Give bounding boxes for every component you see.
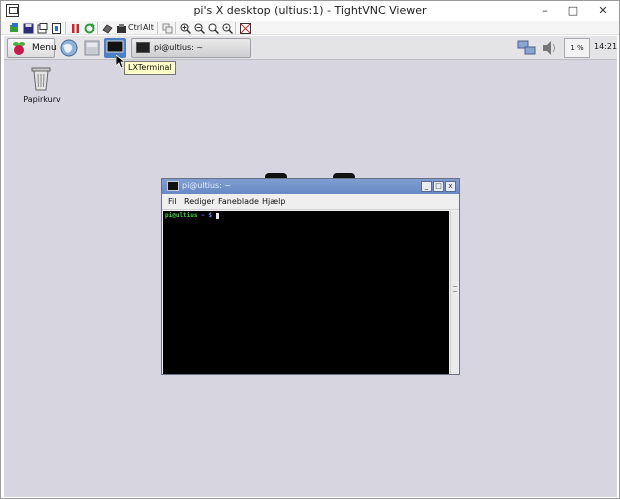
terminal-mini-icon [136, 42, 150, 53]
ctrl-key-toggle[interactable]: Ctrl [128, 22, 142, 34]
menu-label: Menu [32, 43, 57, 53]
info-icon[interactable] [50, 22, 62, 34]
terminal-icon [167, 181, 179, 191]
menu-hjaelp[interactable]: Hjælp [262, 197, 285, 206]
keyboard-icon[interactable] [101, 22, 113, 34]
zoom-100-icon[interactable] [207, 22, 219, 34]
taskbar-item-label: pi@ultius: ~ [154, 43, 204, 52]
remote-desktop[interactable]: Menu pi@ultius: ~ 1 % 14:21 LXTerminal P… [4, 36, 617, 497]
title-bar[interactable]: pi's X desktop (ultius:1) - TightVNC Vie… [1, 1, 619, 21]
tooltip: LXTerminal [124, 61, 176, 75]
network-icon[interactable] [516, 38, 538, 58]
volume-icon[interactable] [540, 38, 560, 58]
shell-prompt: pi@ultius ~ $ [165, 212, 219, 219]
trash-icon[interactable] [30, 65, 52, 91]
terminal-minimize-button[interactable]: _ [421, 181, 432, 192]
cpu-monitor[interactable]: 1 % [564, 38, 590, 58]
terminal-menubar: Fil Rediger Faneblade Hjælp [162, 194, 459, 210]
maximize-button[interactable]: □ [559, 1, 587, 21]
transfer-icon[interactable] [161, 22, 173, 34]
refresh-icon[interactable] [83, 22, 95, 34]
new-connection-icon[interactable] [8, 22, 20, 34]
window-title: pi's X desktop (ultius:1) - TightVNC Vie… [193, 4, 427, 17]
menu-faneblade[interactable]: Faneblade [218, 197, 259, 206]
clock[interactable]: 14:21 [594, 42, 617, 51]
raspberry-pi-icon [13, 42, 25, 55]
alt-key-toggle[interactable]: Alt [143, 22, 154, 34]
terminal-title: pi@ultius: ~ [182, 181, 232, 190]
web-browser-icon[interactable] [59, 38, 79, 58]
prompt-path: ~ $ [197, 212, 216, 219]
terminal-maximize-button[interactable]: □ [433, 181, 444, 192]
lxde-panel: Menu pi@ultius: ~ 1 % 14:21 [4, 36, 617, 60]
vnc-toolbar: Ctrl Alt [1, 21, 619, 35]
minimize-button[interactable]: – [531, 1, 559, 21]
scrollbar-grip[interactable] [453, 286, 457, 292]
text-cursor [215, 212, 219, 219]
menu-fil[interactable]: Fil [168, 197, 176, 206]
save-icon[interactable] [22, 22, 34, 34]
options-icon[interactable] [36, 22, 48, 34]
ctrl-alt-del-icon[interactable] [115, 22, 127, 34]
pause-icon[interactable] [69, 22, 81, 34]
taskbar-item-terminal[interactable]: pi@ultius: ~ [131, 38, 251, 58]
vnc-viewer-window: pi's X desktop (ultius:1) - TightVNC Vie… [0, 0, 620, 499]
prompt-user: pi@ultius [165, 212, 198, 219]
zoom-out-icon[interactable] [193, 22, 205, 34]
terminal-output[interactable]: pi@ultius ~ $ [163, 211, 449, 374]
zoom-in-icon[interactable] [179, 22, 191, 34]
terminal-scrollbar[interactable] [450, 211, 458, 374]
terminal-title-bar[interactable]: pi@ultius: ~ _ □ x [162, 179, 459, 194]
file-manager-icon[interactable] [82, 38, 102, 58]
menu-button[interactable]: Menu [7, 38, 57, 58]
menu-rediger[interactable]: Rediger [184, 197, 215, 206]
zoom-auto-icon[interactable] [221, 22, 233, 34]
trash-label[interactable]: Papirkurv [18, 95, 66, 104]
terminal-close-button[interactable]: x [445, 181, 456, 192]
close-button[interactable]: ✕ [589, 1, 617, 21]
fullscreen-icon[interactable] [239, 22, 251, 34]
lxterminal-window[interactable]: pi@ultius: ~ _ □ x Fil Rediger Faneblade… [161, 178, 460, 375]
